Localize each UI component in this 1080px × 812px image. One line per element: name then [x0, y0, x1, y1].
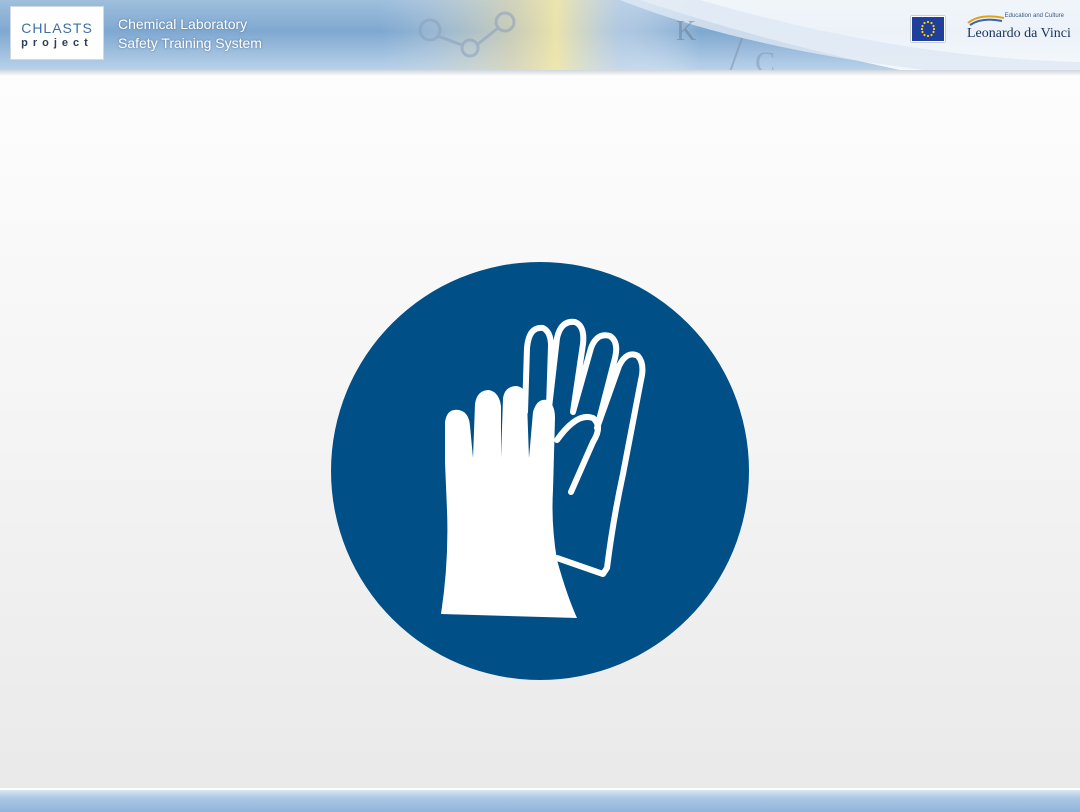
protective-gloves-icon	[331, 262, 749, 680]
svg-text:K: K	[676, 16, 696, 47]
header-shadow	[0, 70, 1080, 76]
ldv-tagline: Education and Culture	[1004, 13, 1064, 19]
eu-flag-icon	[911, 16, 945, 42]
ldv-name: Leonardo da Vinci	[967, 26, 1071, 41]
app-title-line2: Safety Training System	[118, 35, 262, 51]
project-logo-line1: CHLASTS	[21, 20, 93, 36]
app-title: Chemical Laboratory Safety Training Syst…	[118, 15, 262, 53]
leonardo-da-vinci-logo: Education and Culture Leonardo da Vinci	[962, 13, 1072, 47]
footer-bar	[0, 788, 1080, 812]
header-banner: K C CHLASTS project Chemical Laboratory …	[0, 0, 1080, 70]
app-title-line1: Chemical Laboratory	[118, 16, 248, 32]
project-logo: CHLASTS project	[10, 6, 104, 60]
project-logo-line2: project	[21, 37, 93, 49]
svg-text:C: C	[755, 46, 775, 70]
ldv-swoosh-icon	[967, 15, 1005, 26]
